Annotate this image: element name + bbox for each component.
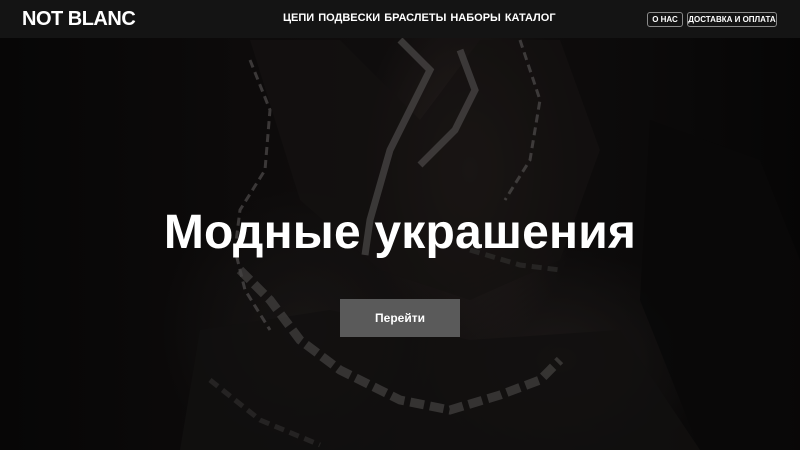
delivery-payment-button[interactable]: ДОСТАВКА И ОПЛАТА bbox=[687, 12, 777, 27]
hero-headline: Модные украшения bbox=[163, 206, 637, 259]
nav-item-chains[interactable]: ЦЕПИ bbox=[283, 12, 314, 24]
about-button[interactable]: О НАС bbox=[647, 12, 683, 27]
brand-logo[interactable]: NOT BLANC bbox=[22, 8, 136, 31]
top-navigation-bar: NOT BLANC ЦЕПИ ПОДВЕСКИ БРАСЛЕТЫ НАБОРЫ … bbox=[0, 0, 800, 38]
nav-item-catalog[interactable]: КАТАЛОГ bbox=[505, 12, 556, 24]
go-button[interactable]: Перейти bbox=[340, 299, 460, 337]
nav-item-sets[interactable]: НАБОРЫ bbox=[450, 12, 500, 24]
nav-item-bracelets[interactable]: БРАСЛЕТЫ bbox=[384, 12, 446, 24]
nav-item-pendants[interactable]: ПОДВЕСКИ bbox=[318, 12, 380, 24]
main-nav: ЦЕПИ ПОДВЕСКИ БРАСЛЕТЫ НАБОРЫ КАТАЛОГ bbox=[283, 12, 556, 24]
